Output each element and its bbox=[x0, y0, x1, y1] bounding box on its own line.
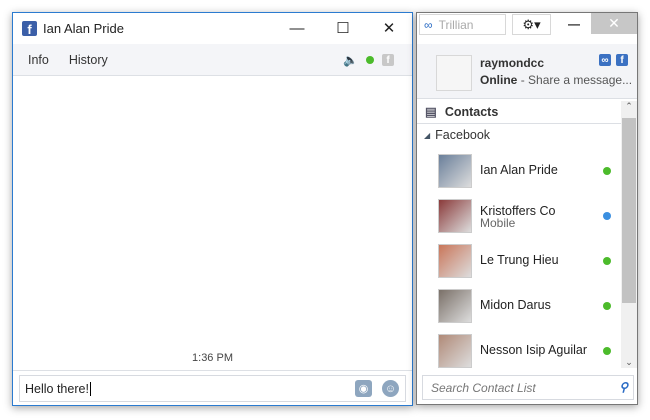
status-line[interactable]: Online - Share a message... bbox=[480, 73, 632, 87]
facebook-icon[interactable]: f bbox=[382, 54, 394, 66]
speaker-icon[interactable]: 🔈 bbox=[343, 53, 358, 67]
message-input[interactable]: Hello there! ◉ ☺ bbox=[19, 375, 406, 402]
scrollbar-thumb[interactable] bbox=[622, 118, 636, 303]
group-facebook[interactable]: ◢ Facebook bbox=[424, 128, 490, 142]
contact-avatar bbox=[438, 244, 472, 278]
window-title: Ian Alan Pride bbox=[43, 21, 124, 36]
group-label: Facebook bbox=[435, 128, 491, 142]
contact-row[interactable]: Le Trung Hieu bbox=[417, 240, 621, 285]
menu-info[interactable]: Info bbox=[28, 53, 49, 67]
contact-name: Ian Alan Pride bbox=[480, 163, 558, 177]
contacts-label: Contacts bbox=[444, 104, 499, 119]
search-contact-input[interactable]: Search Contact List ⚲ bbox=[422, 375, 634, 400]
close-button[interactable]: ✕ bbox=[591, 13, 637, 34]
status: Online bbox=[480, 73, 518, 87]
minimize-button[interactable]: — bbox=[557, 13, 591, 35]
menu-history[interactable]: History bbox=[69, 53, 108, 67]
username: raymondcc bbox=[480, 56, 545, 70]
chat-toolbar: Info History 🔈 f bbox=[13, 44, 412, 76]
facebook-icon: f bbox=[22, 21, 37, 36]
search-icon[interactable]: ⚲ bbox=[619, 380, 628, 394]
timestamp: 1:36 PM bbox=[192, 352, 233, 364]
scroll-down-icon[interactable]: ⌄ bbox=[621, 357, 637, 368]
gear-icon: ⚙ bbox=[522, 16, 535, 32]
status-dot-icon bbox=[603, 212, 611, 220]
emoji-icon[interactable]: ☺ bbox=[382, 380, 399, 397]
trillian-window: ∞ Trillian ⚙ ▾ — ✕ raymondcc Online - Shar… bbox=[416, 12, 638, 405]
scroll-up-icon[interactable]: ⌃ bbox=[621, 101, 637, 112]
online-status-icon bbox=[366, 56, 374, 64]
status-dot-icon bbox=[603, 302, 611, 310]
camera-icon[interactable]: ◉ bbox=[355, 380, 372, 397]
title-bar: f Ian Alan Pride — ☐ ✕ bbox=[13, 13, 412, 44]
message-area: 1:36 PM bbox=[13, 76, 412, 371]
collapse-triangle-icon: ◢ bbox=[424, 130, 431, 140]
minimize-button[interactable]: — bbox=[274, 13, 320, 43]
contact-list: Ian Alan Pride Kristoffers Co Mobile Le … bbox=[417, 150, 621, 375]
trillian-logo-icon: ∞ bbox=[424, 17, 433, 32]
search-placeholder: Search Contact List bbox=[431, 380, 536, 395]
contact-row[interactable]: Kristoffers Co Mobile bbox=[417, 195, 621, 240]
contact-avatar bbox=[438, 154, 472, 188]
contact-avatar bbox=[438, 334, 472, 368]
facebook-account-icon[interactable]: f bbox=[616, 54, 628, 66]
avatar[interactable] bbox=[436, 55, 472, 91]
contact-name: Le Trung Hieu bbox=[480, 253, 559, 267]
status-dot-icon bbox=[603, 167, 611, 175]
trillian-account-icon[interactable]: ∞ bbox=[599, 54, 611, 66]
contacts-icon: ▤ bbox=[425, 105, 437, 119]
message-input-text: Hello there! bbox=[25, 381, 89, 396]
contacts-header[interactable]: ▤ Contacts bbox=[417, 100, 621, 124]
status-dot-icon bbox=[603, 257, 611, 265]
profile-panel: raymondcc Online - Share a message... ∞ f bbox=[417, 44, 637, 99]
status-message: - Share a message... bbox=[520, 73, 633, 87]
settings-button[interactable]: ⚙ ▾ bbox=[512, 14, 551, 35]
chat-window: f Ian Alan Pride — ☐ ✕ Info History 🔈 f … bbox=[12, 12, 413, 406]
trillian-label: Trillian bbox=[438, 17, 474, 32]
contact-avatar bbox=[438, 199, 472, 233]
maximize-button[interactable]: ☐ bbox=[320, 13, 366, 43]
contact-row[interactable]: Midon Darus bbox=[417, 285, 621, 330]
contact-sub: Mobile bbox=[480, 216, 516, 230]
contact-avatar bbox=[438, 289, 472, 323]
status-dot-icon bbox=[603, 347, 611, 355]
contact-name: Nesson Isip Aguilar bbox=[480, 343, 588, 357]
contact-row[interactable]: Nesson Isip Aguilar bbox=[417, 330, 621, 375]
contact-name: Midon Darus bbox=[480, 298, 551, 312]
close-button[interactable]: ✕ bbox=[366, 13, 412, 43]
trillian-menu-button[interactable]: ∞ Trillian bbox=[419, 14, 506, 35]
contact-row[interactable]: Ian Alan Pride bbox=[417, 150, 621, 195]
scrollbar[interactable]: ⌃ ⌄ bbox=[621, 101, 637, 368]
